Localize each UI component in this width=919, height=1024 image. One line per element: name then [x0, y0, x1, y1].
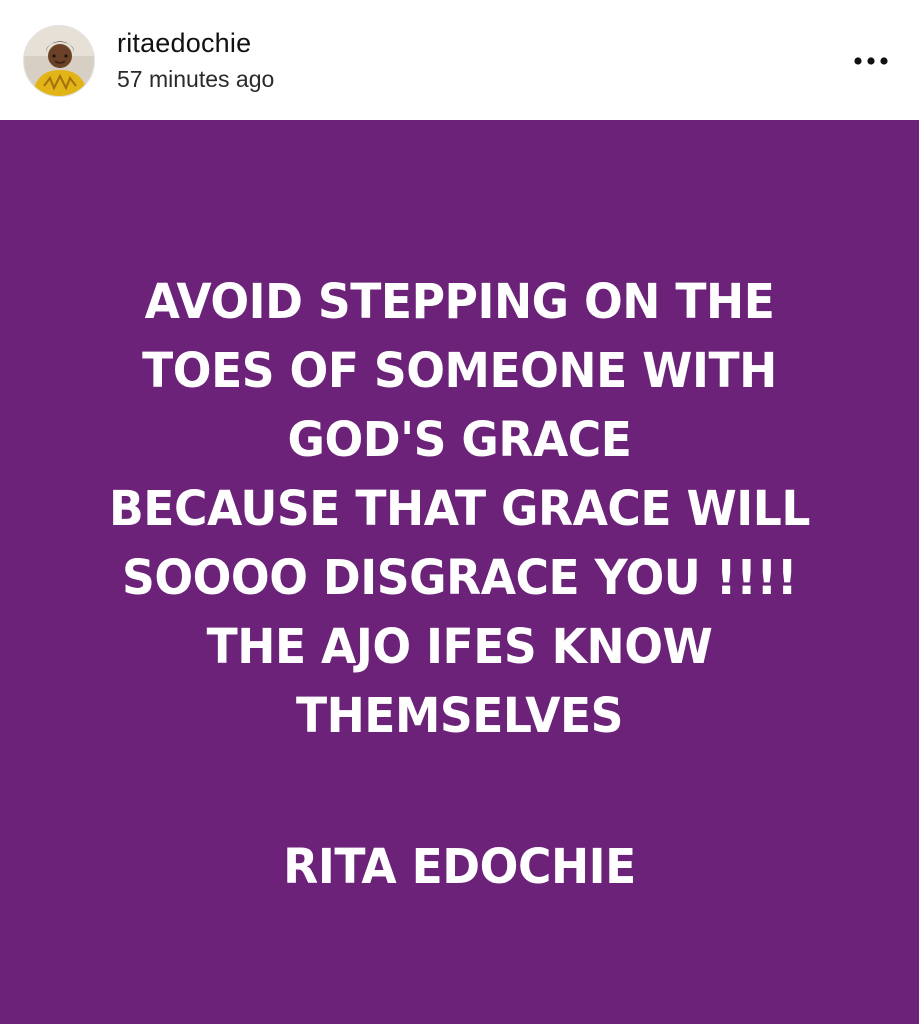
username-link[interactable]: ritaedochie: [117, 28, 251, 59]
quote-line: THEMSELVES: [295, 688, 624, 744]
quote-line: BECAUSE THAT GRACE WILL: [109, 481, 810, 537]
quote-line: AVOID STEPPING ON THE: [144, 274, 775, 330]
avatar[interactable]: [23, 25, 95, 97]
post-image[interactable]: AVOID STEPPING ON THE TOES OF SOMEONE WI…: [0, 120, 919, 1024]
quote-line: THE AJO IFES KNOW: [206, 619, 713, 675]
post-header: ritaedochie 57 minutes ago: [0, 0, 919, 120]
quote-line: GOD'S GRACE: [287, 412, 632, 468]
post-timestamp: 57 minutes ago: [117, 66, 275, 92]
post-signature: RITA EDOCHIE: [283, 839, 636, 895]
more-options-button[interactable]: [846, 44, 896, 78]
more-horizontal-icon: [854, 57, 888, 65]
quote-line: TOES OF SOMEONE WITH: [142, 343, 777, 399]
profile-photo-icon: [24, 26, 94, 96]
quote-line: SOOOO DISGRACE YOU !!!!: [121, 550, 798, 606]
post-quote-text: AVOID STEPPING ON THE TOES OF SOMEONE WI…: [23, 268, 896, 751]
